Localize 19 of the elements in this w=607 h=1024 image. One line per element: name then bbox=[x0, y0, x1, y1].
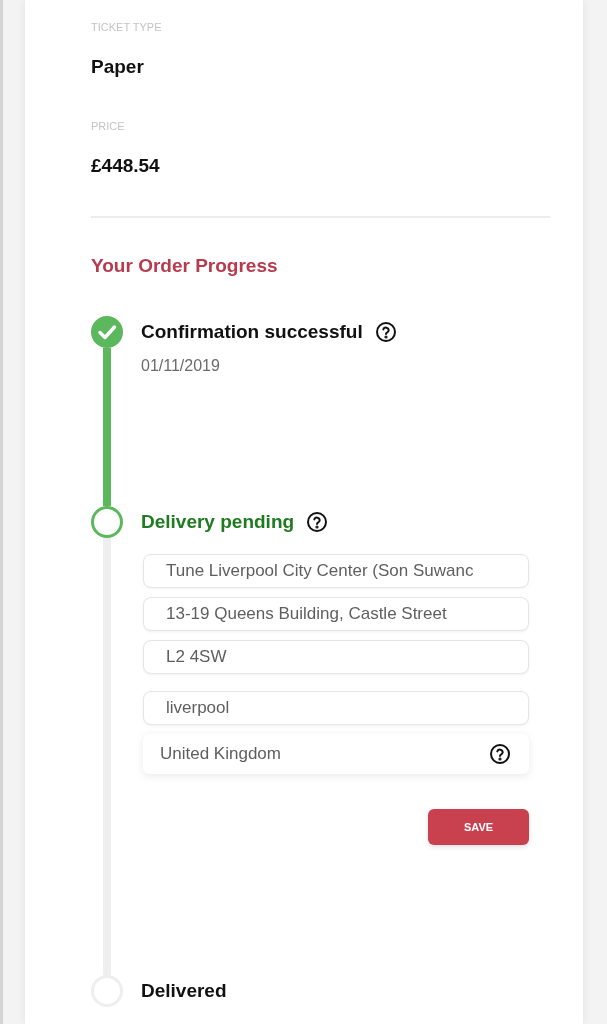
detail-label: TICKET TYPE bbox=[91, 20, 163, 34]
detail-label: PRICE bbox=[91, 119, 126, 133]
step-title: Delivery pending bbox=[141, 510, 295, 534]
detail-value: £448.54 bbox=[91, 154, 161, 178]
help-icon[interactable] bbox=[490, 744, 510, 764]
save-button[interactable]: SAVE bbox=[428, 809, 529, 845]
step-date: 01/11/2019 bbox=[141, 356, 221, 376]
help-icon[interactable] bbox=[375, 322, 396, 342]
text-field[interactable]: L2 4SW bbox=[143, 640, 529, 674]
text-field[interactable]: Tune Liverpool City Center (Son Suwanc bbox=[143, 554, 529, 588]
section-heading: Your Order Progress bbox=[91, 254, 279, 278]
step-title: Delivered bbox=[141, 979, 227, 1003]
step-title: Confirmation successful bbox=[141, 320, 363, 344]
text-field[interactable]: liverpool bbox=[143, 691, 529, 725]
detail-value: Paper bbox=[91, 55, 145, 79]
ring-icon bbox=[91, 506, 123, 538]
text-field[interactable]: 13-19 Queens Building, Castle Street bbox=[143, 597, 529, 631]
country-field[interactable]: United Kingdom bbox=[143, 734, 529, 774]
help-icon[interactable] bbox=[307, 512, 328, 532]
